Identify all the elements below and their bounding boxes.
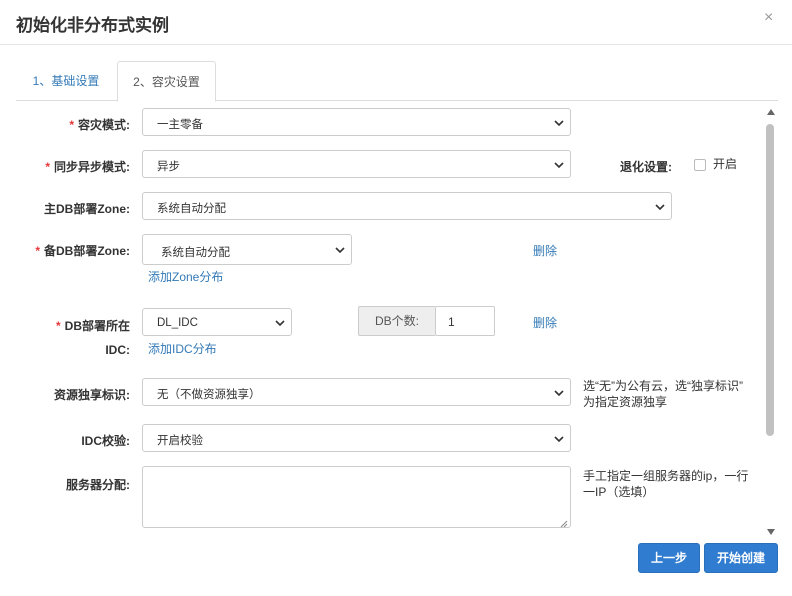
sync-mode-label: * 同步异步模式: <box>45 160 130 174</box>
chevron-down-icon <box>554 434 564 444</box>
required-mark: * <box>45 160 50 174</box>
close-icon[interactable]: × <box>764 9 773 27</box>
server-alloc-label: 服务器分配: <box>66 478 130 492</box>
resource-exclusive-hint: 选“无”为公有云，选“独享标识” 为指定资源独享 <box>583 379 743 409</box>
server-alloc-hint: 手工指定一组服务器的ip，一行 一IP（选填） <box>583 469 749 499</box>
db-idc-value: DL_IDC <box>157 317 198 329</box>
primary-zone-label: 主DB部署Zone: <box>44 202 130 216</box>
required-mark: * <box>35 244 40 258</box>
db-idc-delete-link[interactable]: 删除 <box>533 314 557 331</box>
db-count-value: 1 <box>448 315 455 329</box>
title-divider <box>0 44 792 45</box>
primary-zone-select[interactable]: 系统自动分配 <box>142 192 672 220</box>
standby-zone-value: 系统自动分配 <box>161 247 230 259</box>
resource-exclusive-label: 资源独享标识: <box>54 388 130 402</box>
resource-exclusive-select[interactable]: 无（不做资源独享） <box>142 378 571 406</box>
dr-mode-select[interactable]: 一主零备 <box>142 108 571 136</box>
standby-zone-delete-link[interactable]: 删除 <box>533 242 557 259</box>
start-create-button[interactable]: 开始创建 <box>704 543 778 573</box>
required-mark: * <box>69 118 74 132</box>
dr-mode-label: * 容灾模式: <box>69 118 130 132</box>
resize-handle-icon[interactable] <box>560 517 568 528</box>
scroll-up-arrow-icon[interactable] <box>767 109 775 115</box>
server-alloc-textarea[interactable] <box>142 466 571 528</box>
chevron-down-icon <box>554 118 564 128</box>
db-count-input[interactable]: 1 <box>435 306 495 336</box>
resource-exclusive-value: 无（不做资源独享） <box>157 389 261 401</box>
scroll-thumb[interactable] <box>766 124 774 436</box>
dr-mode-value: 一主零备 <box>157 119 203 131</box>
standby-zone-select[interactable]: 系统自动分配 <box>142 234 352 265</box>
degrade-label: 退化设置: <box>620 160 672 174</box>
idc-check-select[interactable]: 开启校验 <box>142 424 571 452</box>
add-zone-link[interactable]: 添加Zone分布 <box>148 268 223 285</box>
idc-check-label: IDC校验: <box>81 434 130 448</box>
tabs-bar: 1、基础设置 2、容灾设置 <box>16 61 778 102</box>
sync-mode-select[interactable]: 异步 <box>142 150 571 178</box>
prev-step-button[interactable]: 上一步 <box>638 543 700 573</box>
required-mark: * <box>55 319 61 333</box>
form-area: * 容灾模式: 一主零备 * 同步异步模式: 异步 退化设置: 开启 主DB部署Zo… <box>16 102 762 538</box>
db-count-addon: DB个数: <box>358 306 435 336</box>
standby-zone-label: * 备DB部署Zone: <box>35 244 130 258</box>
chevron-down-icon <box>335 245 345 255</box>
chevron-down-icon <box>275 318 285 328</box>
dialog-title: 初始化非分布式实例 <box>16 16 169 35</box>
degrade-checkbox-label: 开启 <box>713 157 738 171</box>
add-idc-link[interactable]: 添加IDC分布 <box>148 340 217 357</box>
db-idc-select[interactable]: DL_IDC <box>142 308 292 336</box>
sync-mode-value: 异步 <box>157 161 180 173</box>
db-idc-label: * DB部署所在 IDC: <box>55 319 130 357</box>
degrade-checkbox[interactable] <box>694 159 706 171</box>
chevron-down-icon <box>554 160 564 170</box>
chevron-down-icon <box>655 202 665 212</box>
tab-basic-settings[interactable]: 1、基础设置 <box>16 61 116 101</box>
scrollbar[interactable] <box>764 106 776 538</box>
tab-dr-settings[interactable]: 2、容灾设置 <box>117 61 216 102</box>
scroll-down-arrow-icon[interactable] <box>767 529 775 535</box>
primary-zone-value: 系统自动分配 <box>157 203 226 215</box>
chevron-down-icon <box>554 388 564 398</box>
idc-check-value: 开启校验 <box>157 435 203 447</box>
